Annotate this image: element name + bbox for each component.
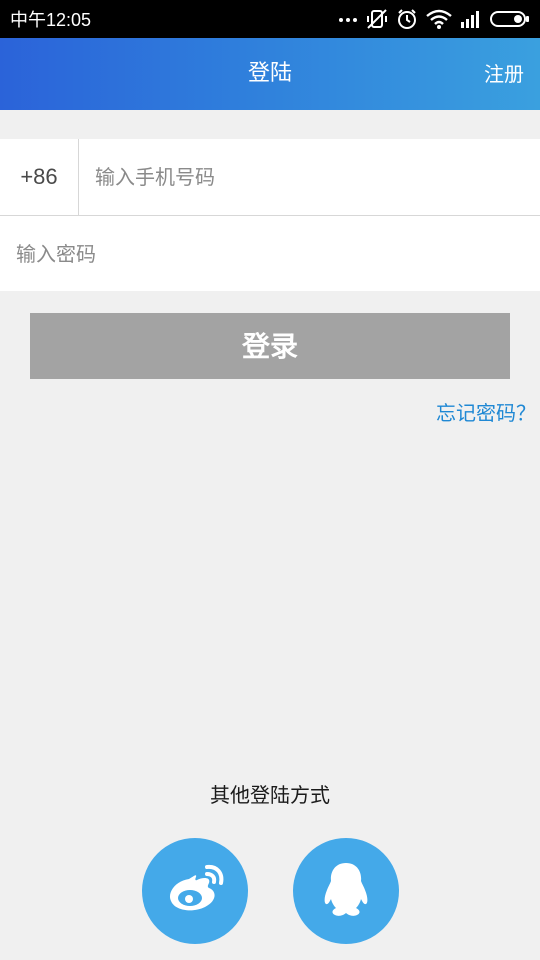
qq-login-button[interactable] xyxy=(293,838,399,944)
more-dots-icon xyxy=(338,15,358,23)
battery-icon xyxy=(490,10,530,28)
weibo-login-button[interactable] xyxy=(142,838,248,944)
wifi-icon xyxy=(426,9,452,29)
alarm-icon xyxy=(396,8,418,30)
signal-icon xyxy=(460,10,482,28)
divider xyxy=(78,139,79,215)
forgot-password-link[interactable]: 忘记密码？ xyxy=(436,398,536,428)
other-login-label: 其他登陆方式 xyxy=(210,783,330,807)
login-button[interactable]: 登录 xyxy=(30,313,510,379)
status-bar: 中午12:05 xyxy=(0,0,540,38)
page-title: 登陆 xyxy=(247,61,292,86)
qq-icon xyxy=(321,859,371,923)
phone-row: +86 xyxy=(0,139,540,215)
country-code[interactable]: +86 xyxy=(0,139,78,215)
register-button[interactable]: 注册 xyxy=(484,38,524,110)
weibo-icon xyxy=(163,861,227,921)
app-bar: 登陆 注册 xyxy=(0,38,540,110)
password-row xyxy=(0,216,540,291)
status-icons xyxy=(338,0,530,38)
phone-input[interactable] xyxy=(95,139,525,215)
status-time: 中午12:05 xyxy=(10,10,92,30)
vibrate-off-icon xyxy=(366,8,388,30)
password-input[interactable] xyxy=(16,216,526,291)
login-form: +86 xyxy=(0,139,540,291)
